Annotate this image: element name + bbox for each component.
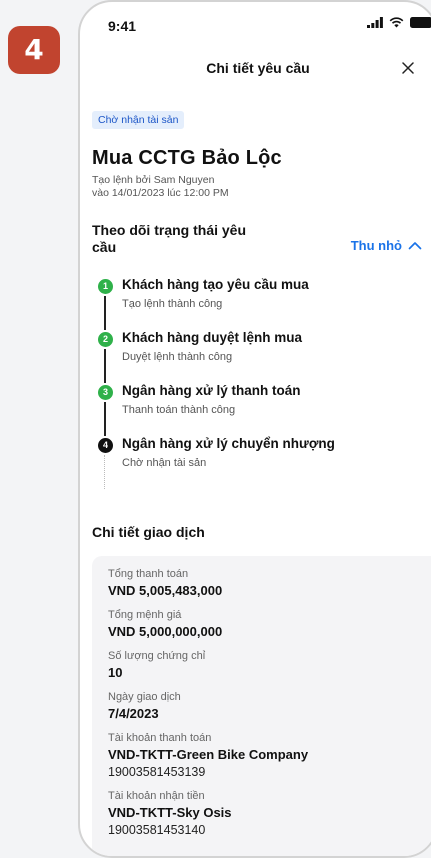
timeline-connector	[104, 455, 105, 489]
timeline-connector	[104, 349, 106, 383]
tracking-header: Theo dõi trạng thái yêu cầu Thu nhỏ	[92, 222, 431, 262]
detail-row: Tổng thanh toán VND 5,005,483,000	[108, 568, 422, 598]
step-title: Ngân hàng xử lý chuyển nhượng	[122, 436, 335, 451]
detail-label: Số lượng chứng chỉ	[108, 650, 206, 662]
collapse-button[interactable]: Thu nhỏ	[351, 238, 422, 253]
step-number-icon: 3	[98, 385, 113, 400]
status-badge: Chờ nhận tài sản	[92, 111, 185, 129]
timeline-step: 3 Ngân hàng xử lý thanh toán Thanh toán th…	[92, 382, 431, 436]
detail-value: VND 5,000,000,000	[108, 624, 223, 639]
details-card: Tổng thanh toán VND 5,005,483,000 Tổng mện…	[92, 556, 431, 856]
detail-row: Tài khoản nhận tiền VND-TKTT-Sky Osis 1900…	[108, 790, 422, 837]
status-timeline: 1 Khách hàng tạo yêu cầu mua Tạo lệnh thàn…	[92, 276, 431, 489]
created-at: vào 14/01/2023 lúc 12:00 PM	[92, 187, 229, 199]
timeline-step: 2 Khách hàng duyệt lệnh mua Duyệt lệnh thà…	[92, 329, 431, 383]
detail-value: VND 5,005,483,000	[108, 583, 223, 598]
detail-value: 7/4/2023	[108, 706, 159, 721]
detail-label: Tổng thanh toán	[108, 568, 189, 580]
page-title: Chi tiết yêu cầu	[206, 60, 310, 76]
status-bar: 9:41	[80, 2, 431, 46]
detail-row: Số lượng chứng chỉ 10	[108, 650, 422, 680]
step-title: Khách hàng duyệt lệnh mua	[122, 330, 303, 345]
step-number-badge: 4	[8, 26, 60, 74]
detail-label: Ngày giao dịch	[108, 691, 181, 703]
step-number-icon: 2	[98, 332, 113, 347]
detail-row: Tổng mệnh giá VND 5,000,000,000	[108, 609, 422, 639]
step-subtitle: Duyệt lệnh thành công	[122, 351, 233, 363]
phone-frame: 9:41 Chi tiết yêu cầu Chờ nhận tài sản M…	[78, 0, 431, 858]
details-title: Chi tiết giao dịch	[92, 524, 205, 540]
request-title: Mua CCTG Bảo Lộc	[92, 147, 282, 169]
detail-value: 10	[108, 665, 123, 680]
detail-value: VND-TKTT-Green Bike Company	[108, 747, 309, 762]
created-by: Tạo lệnh bởi Sam Nguyen	[92, 174, 215, 186]
wifi-icon	[389, 17, 404, 28]
content: Chờ nhận tài sản Mua CCTG Bảo Lộc Tạo lệ…	[92, 110, 431, 856]
timeline-step: 4 Ngân hàng xử lý chuyển nhượng Chờ nhận t…	[92, 435, 431, 489]
timeline-step: 1 Khách hàng tạo yêu cầu mua Tạo lệnh thàn…	[92, 276, 431, 330]
step-subtitle: Chờ nhận tài sản	[122, 457, 207, 469]
account-number: 19003581453139	[108, 765, 206, 779]
account-number: 19003581453140	[108, 823, 206, 837]
step-number-icon: 4	[98, 438, 113, 453]
detail-row: Tài khoản thanh toán VND-TKTT-Green Bike …	[108, 732, 422, 779]
chevron-up-icon	[408, 242, 422, 250]
timeline-connector	[104, 296, 106, 330]
step-title: Ngân hàng xử lý thanh toán	[122, 383, 301, 398]
step-number-icon: 1	[98, 279, 113, 294]
close-icon	[402, 62, 414, 74]
detail-label: Tổng mệnh giá	[108, 609, 182, 621]
timeline-connector	[104, 402, 106, 436]
nav-bar: Chi tiết yêu cầu	[80, 52, 431, 88]
detail-row: Ngày giao dịch 7/4/2023	[108, 691, 422, 721]
signal-icon	[367, 17, 383, 28]
step-title: Khách hàng tạo yêu cầu mua	[122, 277, 309, 292]
step-subtitle: Tạo lệnh thành công	[122, 298, 223, 310]
close-button[interactable]	[394, 54, 422, 82]
detail-value: VND-TKTT-Sky Osis	[108, 805, 232, 820]
tracking-title: Theo dõi trạng thái yêu cầu	[92, 222, 247, 255]
status-time: 9:41	[108, 18, 137, 34]
detail-label: Tài khoản nhận tiền	[108, 790, 205, 802]
detail-label: Tài khoản thanh toán	[108, 732, 212, 744]
collapse-label: Thu nhỏ	[350, 238, 402, 253]
status-icons	[367, 17, 431, 28]
step-subtitle: Thanh toán thành công	[122, 404, 236, 416]
battery-icon	[410, 17, 431, 28]
